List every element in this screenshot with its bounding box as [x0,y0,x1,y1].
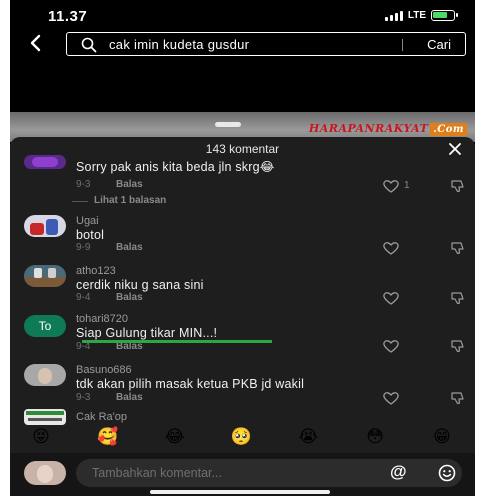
emoji-button[interactable]: 😁 [429,426,455,448]
avatar[interactable] [24,364,66,386]
comment-date: 9-4 [76,292,91,303]
chevron-left-icon [30,34,41,52]
mention-button[interactable]: @ [390,462,407,482]
comment-input-placeholder: Tambahkan komentar... [92,466,222,480]
search-divider [402,39,403,51]
comment-username[interactable]: atho123 [76,265,116,277]
comment-username[interactable]: tohari8720 [76,313,128,325]
avatar-initials: To [38,319,52,333]
comments-sheet: 143 komentar Sorry pak anis kita beda jl… [10,137,475,496]
search-submit-button[interactable]: Cari [427,37,451,52]
comment-username[interactable]: Cak Ra'op [76,411,127,423]
comment-date: 9-3 [76,179,91,190]
emoji-button[interactable]: 😭 [295,426,321,448]
quick-emoji-row: 😝 🥰 😂 🥺 😭 😳 😁 [10,426,475,452]
video-progress-bar [82,340,272,343]
emoji-button[interactable]: 😝 [28,426,54,448]
avatar[interactable] [24,155,66,169]
sheet-drag-handle[interactable] [215,122,241,127]
reply-button[interactable]: Balas [116,242,143,253]
heart-icon[interactable] [382,179,400,193]
close-button[interactable] [448,139,462,159]
search-header: cak imin kudeta gusdur Cari [10,30,475,60]
heart-icon[interactable] [382,241,400,255]
avatar[interactable] [24,215,66,237]
emoji-button[interactable]: 😳 [362,426,388,448]
comment-text: cerdik niku g sana sini [76,278,204,292]
status-bar: 11.37 LTE [10,0,475,30]
comment-date: 9-3 [76,392,91,403]
comment-input-bar: Tambahkan komentar... @ [10,453,475,496]
watermark-logo: HARAPANRAKYAT .Com [309,122,467,136]
home-indicator[interactable] [150,490,330,494]
dislike-icon[interactable] [450,241,466,255]
comment-text: Siap Gulung tikar MIN...! [76,326,218,340]
avatar[interactable]: To [24,315,66,337]
phone-screen: 11.37 LTE cak imin kudeta gusdur Cari HA… [10,0,475,496]
smile-icon[interactable] [438,464,456,482]
comments-header: 143 komentar [10,137,475,159]
comment-input[interactable]: Tambahkan komentar... @ [76,459,462,487]
status-icons: LTE [384,10,458,21]
heart-icon[interactable] [382,391,400,405]
avatar[interactable] [24,265,66,287]
search-icon [81,37,97,53]
heart-icon[interactable] [382,339,400,353]
comment-date: 9-9 [76,242,91,253]
view-replies-button[interactable]: Lihat 1 balasan [71,195,166,206]
comment-text: tdk akan pilih masak ketua PKB jd wakil [76,377,305,391]
dislike-icon[interactable] [450,179,466,193]
reply-button[interactable]: Balas [116,179,143,190]
signal-icon [384,10,403,21]
emoji-button[interactable]: 🥰 [95,426,121,448]
dislike-icon[interactable] [450,339,466,353]
comment-text: Sorry pak anis kita beda jln skrg😂 [76,160,275,174]
heart-icon[interactable] [382,291,400,305]
emoji-button[interactable]: 🥺 [228,426,254,448]
close-icon [449,143,461,155]
like-count: 1 [404,180,410,191]
search-query: cak imin kudeta gusdur [109,37,250,52]
my-avatar [24,461,66,485]
comment-username[interactable]: Ugai [76,215,99,227]
status-time: 11.37 [48,8,88,25]
reply-button[interactable]: Balas [116,292,143,303]
battery-icon [431,10,458,21]
comment-username[interactable]: Basuno686 [76,364,132,376]
reply-button[interactable]: Balas [116,392,143,403]
back-button[interactable] [28,32,50,56]
dislike-icon[interactable] [450,291,466,305]
avatar[interactable] [24,409,66,425]
network-label: LTE [407,10,426,21]
dislike-icon[interactable] [450,391,466,405]
comment-count: 143 komentar [205,142,280,156]
emoji-button[interactable]: 😂 [162,426,188,448]
comment-text: botol [76,228,105,242]
search-input[interactable]: cak imin kudeta gusdur Cari [66,32,466,56]
